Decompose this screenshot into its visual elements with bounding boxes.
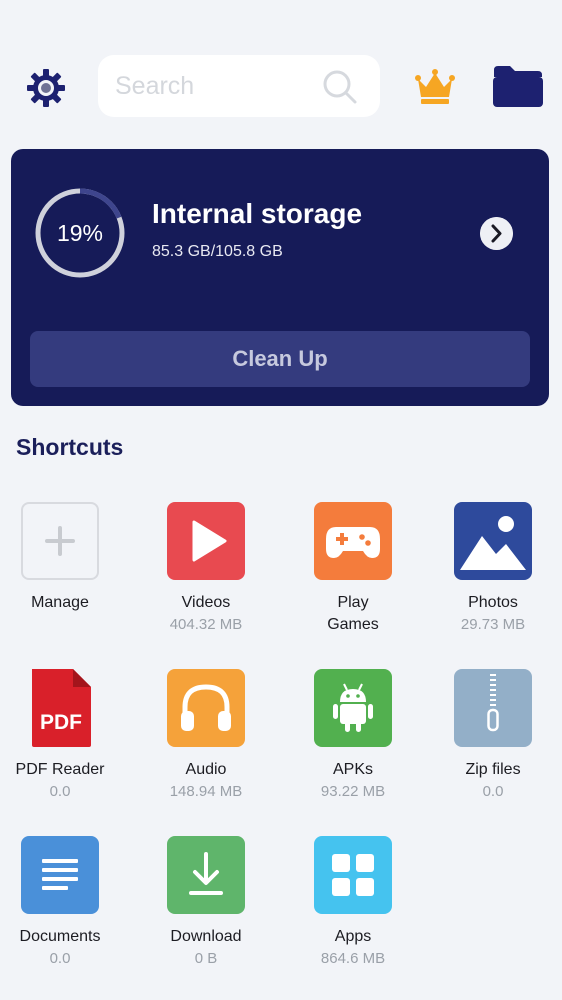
shortcut-apps[interactable]: Apps 864.6 MB (283, 836, 423, 970)
shortcut-label: Documents (19, 928, 101, 945)
shortcut-size: 148.94 MB (169, 783, 243, 800)
shortcut-manage[interactable]: Manage (0, 502, 130, 614)
storage-card[interactable]: 19% Internal storage 85.3 GB/105.8 GB Cl… (11, 149, 549, 406)
chevron-right-icon[interactable] (480, 217, 513, 250)
shortcut-size: 0.0 (49, 950, 71, 967)
shortcut-label: Audio (185, 761, 227, 778)
crown-icon[interactable] (414, 67, 456, 105)
shortcut-play-games[interactable]: Play Games (283, 502, 423, 636)
gamepad-icon[interactable] (314, 502, 392, 580)
pdf-icon[interactable]: PDF (21, 669, 99, 747)
shortcut-label: Apps (334, 928, 372, 945)
zip-icon[interactable] (454, 669, 532, 747)
shortcut-size: 93.22 MB (320, 783, 386, 800)
shortcut-download[interactable]: Download 0 B (136, 836, 276, 970)
shortcut-label: Play Games (327, 594, 379, 633)
shortcut-audio[interactable]: Audio 148.94 MB (136, 669, 276, 803)
play-icon[interactable] (167, 502, 245, 580)
headphones-icon[interactable] (167, 669, 245, 747)
shortcut-label: Manage (31, 594, 89, 611)
shortcut-photos[interactable]: Photos 29.73 MB (423, 502, 562, 636)
clean-up-button[interactable]: Clean Up (30, 331, 530, 387)
shortcut-size: 0.0 (482, 783, 504, 800)
shortcut-zip-files[interactable]: Zip files 0.0 (423, 669, 562, 803)
plus-icon[interactable] (21, 502, 99, 580)
shortcuts-heading: Shortcuts (16, 434, 124, 460)
shortcut-videos[interactable]: Videos 404.32 MB (136, 502, 276, 636)
shortcut-label: Videos (181, 594, 231, 611)
storage-title: Internal storage (152, 198, 363, 229)
search-placeholder[interactable]: Search (115, 72, 194, 101)
download-icon[interactable] (167, 836, 245, 914)
shortcut-label: PDF Reader (15, 761, 105, 778)
shortcut-apks[interactable]: APKs 93.22 MB (283, 669, 423, 803)
shortcut-label: Zip files (465, 761, 521, 778)
image-icon[interactable] (454, 502, 532, 580)
folder-icon[interactable] (492, 64, 544, 108)
document-icon[interactable] (21, 836, 99, 914)
apps-grid-icon[interactable] (314, 836, 392, 914)
search-icon[interactable] (322, 69, 358, 105)
shortcut-pdf-reader[interactable]: PDF PDF Reader 0.0 (0, 669, 130, 803)
shortcut-size: 404.32 MB (169, 616, 243, 633)
shortcut-size: 0 B (194, 950, 218, 967)
search-bar[interactable]: Search (98, 55, 380, 117)
svg-text:PDF: PDF (40, 711, 82, 734)
storage-percent: 19% (56, 219, 104, 246)
shortcut-label: Photos (468, 594, 518, 611)
shortcut-label: APKs (332, 761, 373, 778)
shortcut-size: 0.0 (49, 783, 71, 800)
shortcut-documents[interactable]: Documents 0.0 (0, 836, 130, 970)
storage-usage: 85.3 GB/105.8 GB (152, 243, 283, 260)
shortcut-label: Download (170, 928, 242, 945)
shortcut-size: 29.73 MB (460, 616, 526, 633)
gear-icon[interactable] (26, 68, 66, 108)
android-icon[interactable] (314, 669, 392, 747)
shortcut-size: 864.6 MB (320, 950, 386, 967)
